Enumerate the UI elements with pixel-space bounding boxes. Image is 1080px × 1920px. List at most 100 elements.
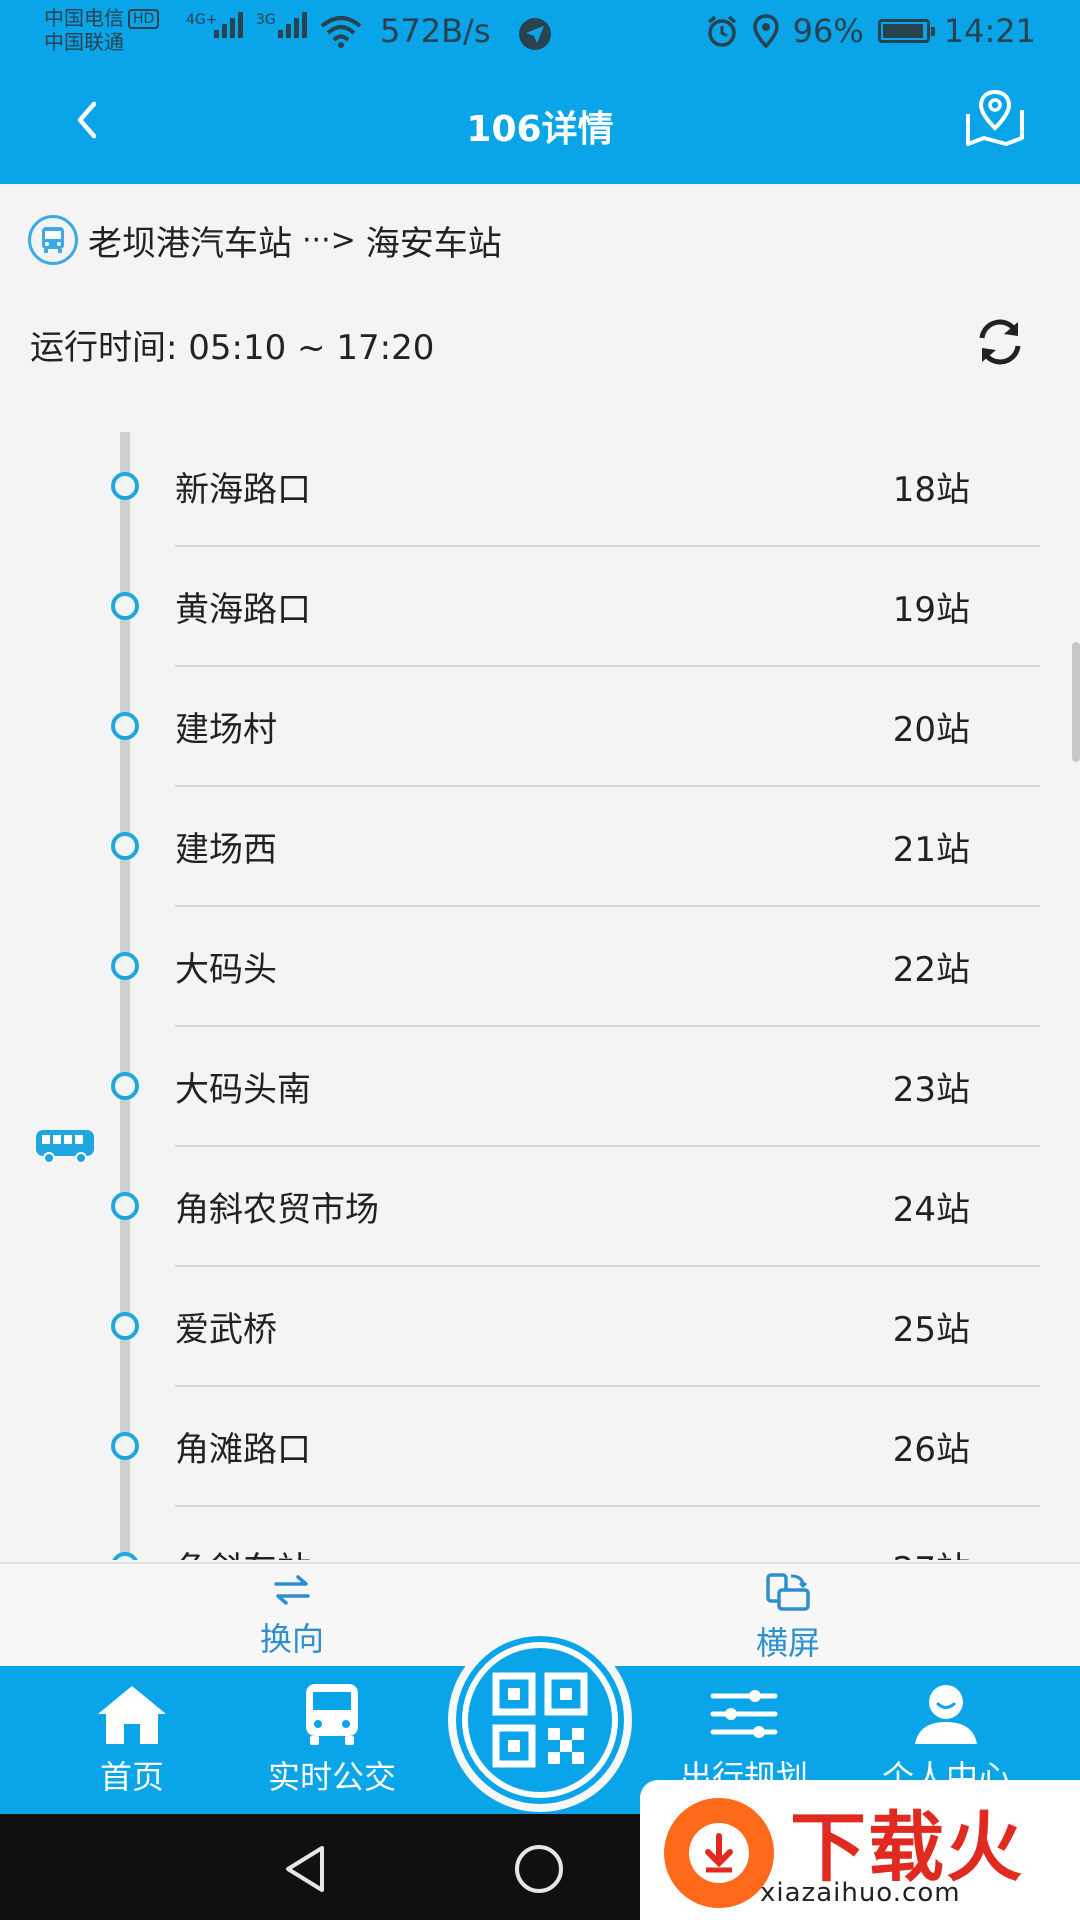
divider (175, 785, 1040, 787)
watermark-logo (664, 1798, 774, 1908)
divider (175, 1505, 1040, 1507)
stop-dot-icon (111, 1432, 139, 1460)
tab-realtime-bus[interactable]: 实时公交 (252, 1682, 412, 1798)
carrier-top: 中国电信 (44, 6, 124, 30)
stop-name: 新海路口 (175, 470, 311, 510)
watermark-url: xiazaihuo.com (760, 1878, 961, 1908)
divider (175, 1145, 1040, 1147)
divider (175, 905, 1040, 907)
landscape-label: 横屏 (755, 1624, 820, 1662)
stop-dot-icon (111, 832, 139, 860)
status-bar: 中国电信 HD 中国联通 4G+ 3G 572B/s 96% 14:21 (0, 0, 1080, 64)
current-bus-icon (36, 1130, 94, 1164)
stop-item[interactable]: 角滩路口 26站 (0, 1392, 1080, 1512)
divider (175, 1265, 1040, 1267)
route-arrow: ···> (302, 222, 356, 258)
stop-number: 26站 (892, 1430, 970, 1470)
stop-dot-icon (111, 472, 139, 500)
operating-hours: 运行时间: 05:10 ~ 17:20 (30, 328, 435, 368)
divider (175, 1025, 1040, 1027)
route-summary: 老坝港汽车站 ···> 海安车站 (28, 210, 502, 270)
divider (175, 665, 1040, 667)
route-destination: 海安车站 (365, 223, 502, 264)
refresh-button[interactable] (970, 312, 1030, 372)
stop-item[interactable]: 大码头南 23站 (0, 1032, 1080, 1152)
stop-name: 爱武桥 (175, 1310, 277, 1350)
page-title: 106详情 (466, 109, 614, 150)
stop-dot-icon (111, 1312, 139, 1340)
stop-item[interactable]: 角斜车站 27站 (0, 1512, 1080, 1560)
stop-number: 25站 (892, 1310, 970, 1350)
alarm-icon (707, 15, 736, 47)
stop-number: 22站 (892, 950, 970, 990)
swap-arrows-icon (274, 1575, 310, 1605)
nav-back-icon[interactable] (282, 1844, 330, 1894)
stop-name: 角斜农贸市场 (175, 1190, 379, 1230)
stop-item[interactable]: 新海路口 18站 (0, 432, 1080, 552)
stop-item[interactable]: 角斜农贸市场 24站 (0, 1152, 1080, 1272)
stop-list[interactable]: 新海路口 18站 黄海路口 19站 建场村 20站 建场西 21站 大码头 22… (0, 432, 1080, 1560)
stop-number: 19站 (892, 590, 970, 630)
reverse-direction-button[interactable]: 换向 (212, 1572, 372, 1660)
list-scrollbar[interactable] (1072, 642, 1080, 762)
reverse-label: 换向 (259, 1620, 324, 1658)
stop-number: 27站 (893, 1542, 970, 1560)
stop-dot-icon (111, 952, 139, 980)
nav-home-icon[interactable] (512, 1842, 566, 1896)
landscape-button[interactable]: 横屏 (708, 1572, 868, 1664)
sliders-icon (710, 1690, 778, 1738)
stop-item[interactable]: 爱武桥 25站 (0, 1272, 1080, 1392)
stop-number: 21站 (892, 830, 970, 870)
rotate-screen-icon (766, 1573, 810, 1611)
home-icon (98, 1686, 166, 1744)
status-right: 96% 14:21 (705, 12, 1036, 50)
stop-name: 角滩路口 (175, 1430, 311, 1470)
clock: 14:21 (943, 12, 1036, 50)
divider (175, 1385, 1040, 1387)
stop-dot-icon (111, 1552, 139, 1560)
stop-dot-icon (111, 1072, 139, 1100)
location-icon (752, 14, 779, 48)
stop-item[interactable]: 大码头 22站 (0, 912, 1080, 1032)
network-4g-label: 4G+ (186, 12, 218, 28)
stop-item[interactable]: 建场村 20站 (0, 672, 1080, 792)
map-location-button[interactable] (960, 84, 1030, 154)
user-icon (915, 1685, 977, 1744)
stop-dot-icon (111, 592, 139, 620)
stop-dot-icon (111, 1192, 139, 1220)
stop-number: 18站 (892, 470, 970, 510)
tab-realtime-label: 实时公交 (267, 1758, 396, 1796)
route-origin: 老坝港汽车站 (88, 223, 292, 264)
hd-badge: HD (128, 9, 160, 29)
stop-dot-icon (111, 712, 139, 740)
signal-icon-1 (214, 12, 243, 38)
watermark: 下载火 xiazaihuo.com (640, 1780, 1080, 1920)
stop-name: 角斜车站 (175, 1542, 311, 1560)
signal-icon-2 (278, 12, 307, 38)
app-header: 106详情 (0, 64, 1080, 184)
tab-home-label: 首页 (99, 1758, 164, 1796)
stop-name: 建场村 (175, 710, 277, 750)
stop-number: 20站 (892, 710, 970, 750)
qr-scan-button[interactable] (448, 1628, 632, 1812)
stop-number: 23站 (892, 1070, 970, 1110)
bus-icon (306, 1684, 358, 1745)
network-3g-label: 3G (256, 12, 276, 28)
divider (175, 545, 1040, 547)
stop-name: 大码头南 (175, 1070, 311, 1110)
bus-badge-icon (28, 215, 78, 265)
battery-percent: 96% (792, 12, 864, 50)
stop-name: 黄海路口 (175, 590, 311, 630)
tab-home[interactable]: 首页 (52, 1682, 212, 1798)
network-rate: 572B/s (380, 12, 491, 50)
carrier-bottom: 中国联通 (44, 30, 124, 54)
qr-code-icon (492, 1672, 588, 1768)
battery-icon (877, 19, 935, 43)
stop-item[interactable]: 建场西 21站 (0, 792, 1080, 912)
stop-name: 大码头 (175, 950, 277, 990)
stop-number: 24站 (892, 1190, 970, 1230)
app-notification-icon (519, 18, 551, 50)
stop-name: 建场西 (175, 830, 277, 870)
stop-item[interactable]: 黄海路口 19站 (0, 552, 1080, 672)
wifi-icon (320, 16, 362, 48)
